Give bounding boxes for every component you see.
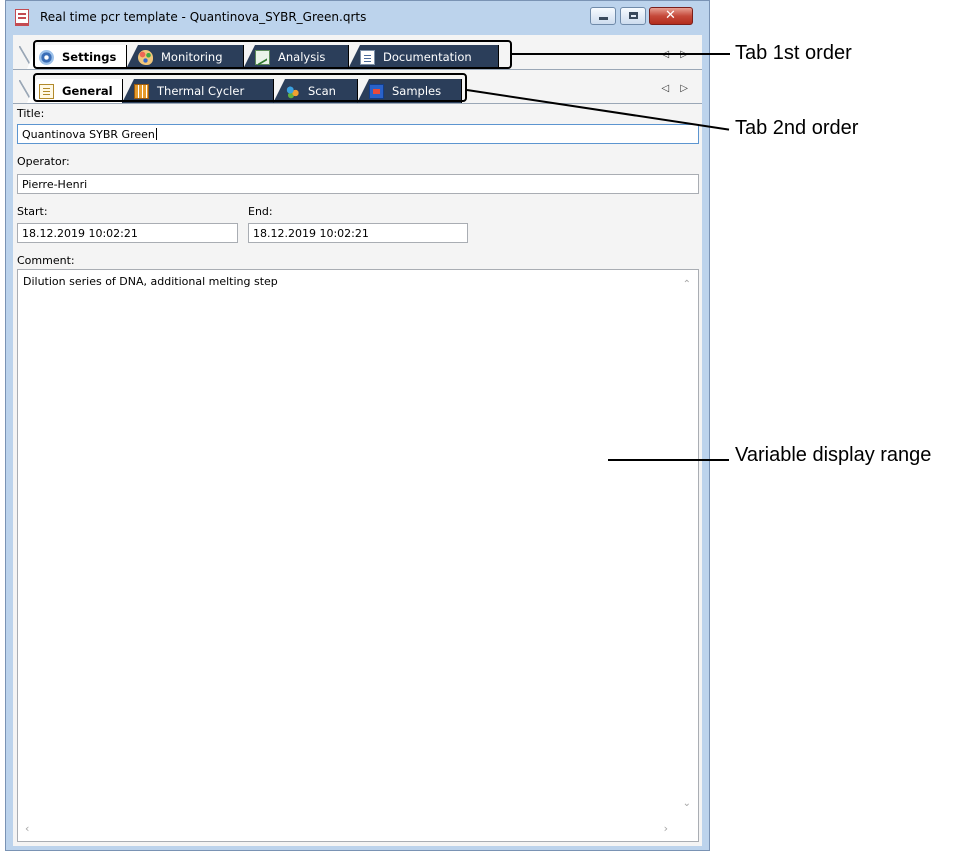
operator-value: Pierre-Henri	[22, 178, 88, 191]
title-bar[interactable]: Real time pcr template - Quantinova_SYBR…	[6, 1, 709, 35]
end-label: End:	[248, 205, 273, 218]
tab-scroll-arrows[interactable]: ◁ ▷	[661, 83, 692, 94]
end-field[interactable]: 18.12.2019 10:02:21	[248, 223, 468, 243]
close-icon: ✕	[665, 8, 676, 23]
title-value: Quantinova SYBR Green	[22, 128, 155, 141]
start-field[interactable]: 18.12.2019 10:02:21	[17, 223, 238, 243]
tab-1st-order-highlight	[33, 40, 512, 69]
start-value: 18.12.2019 10:02:21	[22, 227, 138, 240]
window-title: Real time pcr template - Quantinova_SYBR…	[40, 10, 367, 24]
scroll-up-icon[interactable]: ⌃	[683, 279, 691, 290]
start-label: Start:	[17, 205, 48, 218]
text-caret	[155, 128, 157, 140]
close-button[interactable]: ✕	[649, 7, 693, 25]
minimize-button[interactable]	[590, 7, 616, 25]
scroll-right-icon[interactable]: ›	[664, 822, 668, 835]
title-field[interactable]: Quantinova SYBR Green	[17, 124, 699, 144]
minimize-icon	[599, 17, 608, 20]
comment-textarea[interactable]: Dilution series of DNA, additional melti…	[17, 269, 699, 842]
operator-field[interactable]: Pierre-Henri	[17, 174, 699, 194]
comment-value: Dilution series of DNA, additional melti…	[23, 275, 278, 288]
maximize-icon	[629, 12, 638, 19]
maximize-button[interactable]	[620, 7, 646, 25]
comment-label: Comment:	[17, 254, 75, 267]
tab-2nd-order-highlight	[33, 73, 467, 102]
app-icon	[15, 9, 29, 26]
variable-display-range-annotation: Variable display range	[735, 444, 932, 466]
scroll-down-icon[interactable]: ⌄	[683, 798, 691, 809]
operator-label: Operator:	[17, 155, 70, 168]
title-label: Title:	[17, 107, 45, 120]
variable-range-pointer	[608, 459, 729, 461]
application-window: Real time pcr template - Quantinova_SYBR…	[5, 0, 710, 851]
tab-bar-baseline	[13, 69, 702, 70]
tab-bar-baseline	[13, 103, 702, 104]
tab-1st-order-pointer	[512, 53, 730, 55]
tab-1st-order-annotation: Tab 1st order	[735, 42, 852, 64]
end-value: 18.12.2019 10:02:21	[253, 227, 369, 240]
scroll-left-icon[interactable]: ‹	[25, 822, 29, 835]
tab-2nd-order-annotation: Tab 2nd order	[735, 117, 859, 139]
